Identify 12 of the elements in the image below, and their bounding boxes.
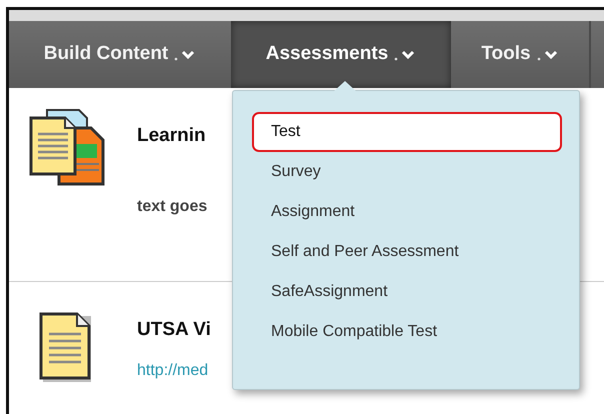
- menu-item[interactable]: Test: [252, 112, 562, 152]
- item-description: text goes: [137, 196, 208, 216]
- nav-tab[interactable]: Tools: [451, 21, 589, 88]
- nav-tab[interactable]: Build Content: [9, 21, 231, 88]
- menu-item[interactable]: Assignment: [252, 192, 562, 232]
- menu-item[interactable]: Mobile Compatible Test: [252, 312, 562, 352]
- item-title[interactable]: UTSA Vi: [137, 316, 211, 344]
- item-title[interactable]: Learnin: [137, 122, 208, 150]
- nav-tab[interactable]: Assessments: [231, 21, 451, 88]
- menu-item[interactable]: SafeAssignment: [252, 272, 562, 312]
- menu-item[interactable]: Survey: [252, 152, 562, 192]
- menu-item[interactable]: Self and Peer Assessment: [252, 232, 562, 272]
